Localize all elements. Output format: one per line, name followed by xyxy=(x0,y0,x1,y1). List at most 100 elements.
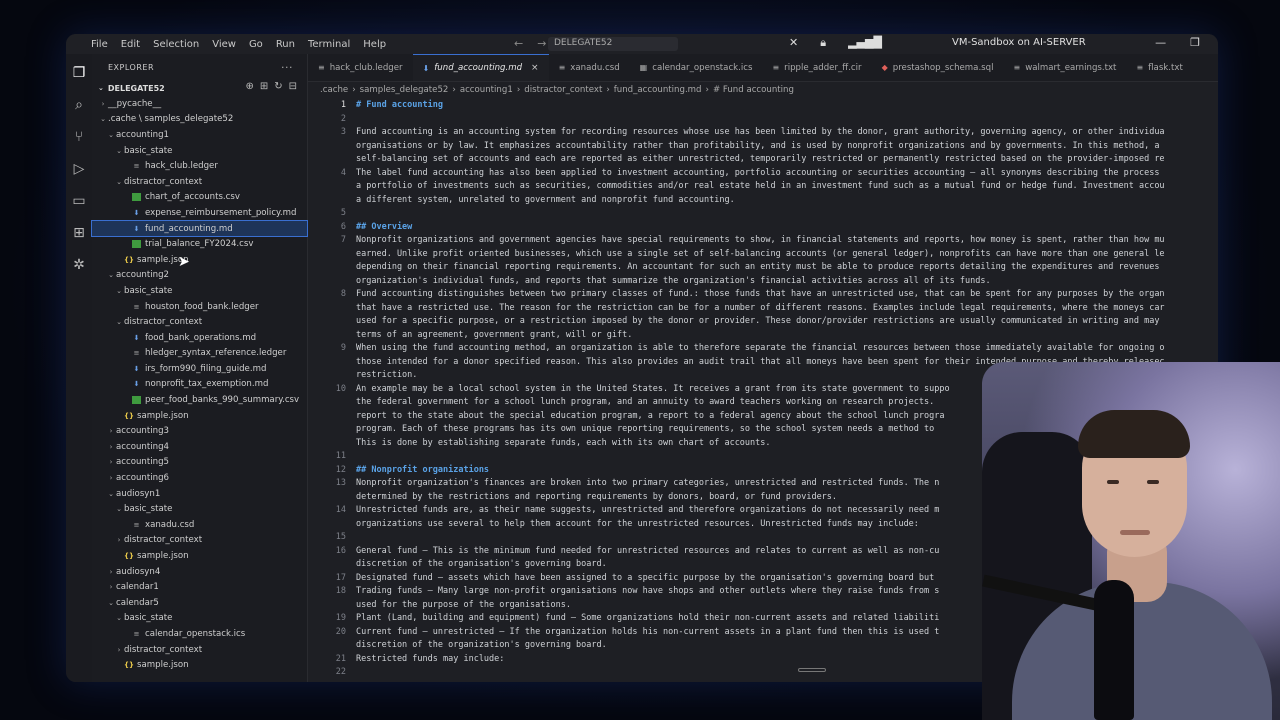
remote-explorer-icon[interactable]: ▭ xyxy=(70,192,88,210)
tree-folder[interactable]: › accounting3 xyxy=(92,423,307,439)
tree-folder[interactable]: ⌄ accounting2 xyxy=(92,268,307,284)
lock-icon[interactable]: 🔒︎ xyxy=(820,36,826,50)
collapse-all-icon[interactable]: ⊟ xyxy=(289,81,297,92)
tree-file[interactable]: ≡ hledger_syntax_reference.ledger xyxy=(92,346,307,362)
new-folder-icon[interactable]: ⊞ xyxy=(260,81,268,92)
editor-tab[interactable]: ≡ flask.txt xyxy=(1126,54,1192,81)
tree-folder[interactable]: ⌄ calendar5 xyxy=(92,595,307,611)
breadcrumb-item[interactable]: fund_accounting.md xyxy=(614,85,702,95)
tree-folder[interactable]: › accounting6 xyxy=(92,470,307,486)
editor-tab[interactable]: ⬇ fund_accounting.md × xyxy=(412,54,549,81)
settings-icon[interactable]: ✲ xyxy=(70,256,88,274)
code-text: program. Each of these programs has its … xyxy=(356,424,935,434)
menu-help[interactable]: Help xyxy=(363,39,386,50)
minimize-icon[interactable]: — xyxy=(1155,36,1166,49)
file-type-icon: ≡ xyxy=(772,63,780,72)
breadcrumb-item[interactable]: # Fund accounting xyxy=(713,85,794,95)
tree-folder[interactable]: › distractor_context xyxy=(92,642,307,658)
search-icon[interactable]: ⌕ xyxy=(70,96,88,114)
tree-folder[interactable]: ⌄ accounting1 xyxy=(92,127,307,143)
code-line: organisations or by law. It emphasizes a… xyxy=(308,140,1218,154)
tree-file[interactable]: {} sample.json xyxy=(92,252,307,268)
tree-folder[interactable]: › accounting5 xyxy=(92,455,307,471)
code-text: Current fund – unrestricted – If the org… xyxy=(356,626,940,637)
tree-folder[interactable]: › distractor_context xyxy=(92,533,307,549)
tree-item-label: __pycache__ xyxy=(108,98,162,109)
line-number xyxy=(308,180,346,194)
menu-go[interactable]: Go xyxy=(249,39,263,50)
tree-file[interactable]: {} sample.json xyxy=(92,657,307,673)
breadcrumb-item[interactable]: samples_delegate52 xyxy=(360,85,449,95)
tree-file[interactable]: {} sample.json xyxy=(92,548,307,564)
new-file-icon[interactable]: ⊕ xyxy=(245,81,253,92)
line-number: 19 xyxy=(335,613,346,623)
breadcrumb-item[interactable]: accounting1 xyxy=(460,85,513,95)
menu-selection[interactable]: Selection xyxy=(153,39,199,50)
tree-folder[interactable]: ⌄ .cache \ samples_delegate52 xyxy=(92,112,307,128)
extensions-icon[interactable]: ⊞ xyxy=(70,224,88,242)
tree-file[interactable]: peer_food_banks_990_summary.csv xyxy=(92,392,307,408)
editor-tab[interactable]: ◆ prestashop_schema.sql xyxy=(872,54,1004,81)
explorer-icon[interactable]: ❐ xyxy=(70,64,88,82)
editor-tab[interactable]: ≡ hack_club.ledger xyxy=(308,54,413,81)
csv-file-icon xyxy=(132,396,141,405)
code-line: organization's individual funds, and rep… xyxy=(308,275,1218,289)
markdown-file-icon: ⬇ xyxy=(133,208,140,217)
line-number xyxy=(308,356,346,370)
restore-icon[interactable]: ❐ xyxy=(1190,36,1200,49)
tree-file[interactable]: ⬇ fund_accounting.md xyxy=(91,219,308,238)
signal-icon[interactable]: ▂▄▆█ xyxy=(848,36,882,50)
network-icon[interactable]: ✕ xyxy=(789,36,798,50)
tree-file[interactable]: ⬇ food_bank_operations.md xyxy=(92,330,307,346)
menu-view[interactable]: View xyxy=(212,39,236,50)
forward-arrow-icon[interactable]: → xyxy=(537,37,546,50)
tree-file[interactable]: ≡ calendar_openstack.ics xyxy=(92,626,307,642)
editor-tab[interactable]: ≡ walmart_earnings.txt xyxy=(1004,54,1127,81)
tree-item-label: sample.json xyxy=(137,551,189,562)
editor-tab[interactable]: ≡ ripple_adder_ff.cir xyxy=(762,54,871,81)
menu-terminal[interactable]: Terminal xyxy=(308,39,350,50)
tree-folder[interactable]: ⌄ basic_state xyxy=(92,143,307,159)
tree-file[interactable]: ≡ hack_club.ledger xyxy=(92,158,307,174)
refresh-icon[interactable]: ↻ xyxy=(274,81,282,92)
tree-file[interactable]: ⬇ irs_form990_filing_guide.md xyxy=(92,361,307,377)
run-debug-icon[interactable]: ▷ xyxy=(70,160,88,178)
scroll-indicator[interactable] xyxy=(798,668,826,672)
tree-file[interactable]: ≡ houston_food_bank.ledger xyxy=(92,299,307,315)
back-arrow-icon[interactable]: ← xyxy=(514,37,523,50)
tree-folder[interactable]: ⌄ audiosyn1 xyxy=(92,486,307,502)
source-control-icon[interactable]: ⑂ xyxy=(70,128,88,146)
tree-folder[interactable]: › __pycache__ xyxy=(92,96,307,112)
tree-folder[interactable]: ⌄ basic_state xyxy=(92,611,307,627)
tree-file[interactable]: ⬇ nonprofit_tax_exemption.md xyxy=(92,377,307,393)
editor-tab[interactable]: ≡ xanadu.csd xyxy=(549,54,630,81)
tree-file[interactable]: {} sample.json xyxy=(92,408,307,424)
json-file-icon: {} xyxy=(124,552,134,561)
tree-folder[interactable]: ⌄ basic_state xyxy=(92,501,307,517)
tree-file[interactable]: ≡ xanadu.csd xyxy=(92,517,307,533)
close-icon[interactable]: × xyxy=(531,63,539,73)
explorer-sidebar: EXPLORER ··· ⌄ DELEGATE52 ⊕ ⊞ ↻ ⊟ › __pyc… xyxy=(91,54,308,682)
code-text: that have a restricted use. The reason f… xyxy=(356,302,1165,313)
menu-edit[interactable]: Edit xyxy=(121,39,140,50)
editor-tab[interactable]: ▦ calendar_openstack.ics xyxy=(630,54,763,81)
tree-folder[interactable]: ⌄ basic_state xyxy=(92,283,307,299)
tree-folder[interactable]: › accounting4 xyxy=(92,439,307,455)
tree-file[interactable]: trial_balance_FY2024.csv xyxy=(92,236,307,252)
breadcrumb-item[interactable]: .cache xyxy=(320,85,348,95)
menu-file[interactable]: File xyxy=(91,39,108,50)
line-number: 17 xyxy=(335,572,346,583)
workspace-row[interactable]: ⌄ DELEGATE52 ⊕ ⊞ ↻ ⊟ xyxy=(92,80,307,96)
breadcrumb-item[interactable]: distractor_context xyxy=(524,85,602,95)
command-center[interactable]: DELEGATE52 xyxy=(548,37,678,51)
tree-file[interactable]: chart_of_accounts.csv xyxy=(92,190,307,206)
more-actions-icon[interactable]: ··· xyxy=(281,61,293,74)
tree-file[interactable]: ⬇ expense_reimbursement_policy.md xyxy=(92,205,307,221)
tree-folder[interactable]: ⌄ distractor_context xyxy=(92,174,307,190)
tree-folder[interactable]: › calendar1 xyxy=(92,579,307,595)
tree-folder[interactable]: › audiosyn4 xyxy=(92,564,307,580)
menu-run[interactable]: Run xyxy=(276,39,295,50)
chevron-down-icon: ⌄ xyxy=(108,489,114,498)
tree-folder[interactable]: ⌄ distractor_context xyxy=(92,314,307,330)
tree-item-label: basic_state xyxy=(124,504,173,515)
